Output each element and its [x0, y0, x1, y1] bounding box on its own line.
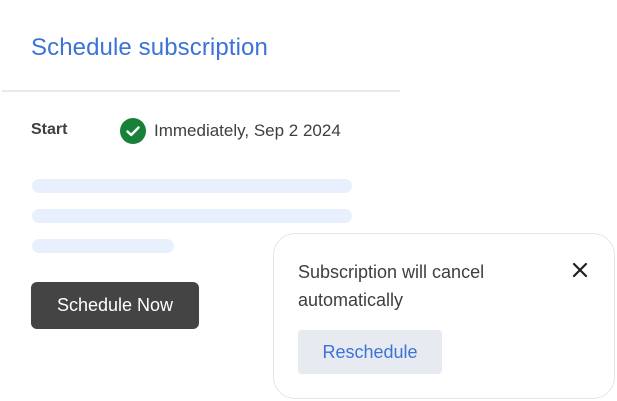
header-divider — [2, 90, 400, 92]
loading-placeholder-line — [32, 209, 352, 223]
page-title: Schedule subscription — [31, 34, 268, 61]
loading-placeholder-line — [32, 239, 174, 253]
loading-placeholder-line — [32, 179, 352, 193]
close-icon — [572, 262, 588, 278]
schedule-now-button[interactable]: Schedule Now — [31, 282, 199, 329]
check-circle-icon — [120, 118, 146, 144]
start-label: Start — [31, 121, 68, 138]
cancel-notification-toast: Subscription will cancel automatically R… — [273, 233, 615, 399]
reschedule-button[interactable]: Reschedule — [298, 330, 442, 374]
toast-message: Subscription will cancel automatically — [298, 262, 485, 310]
close-button[interactable] — [566, 256, 594, 284]
start-value: Immediately, Sep 2 2024 — [154, 121, 341, 140]
schedule-subscription-page: Schedule subscription Start Immediately,… — [0, 0, 617, 401]
